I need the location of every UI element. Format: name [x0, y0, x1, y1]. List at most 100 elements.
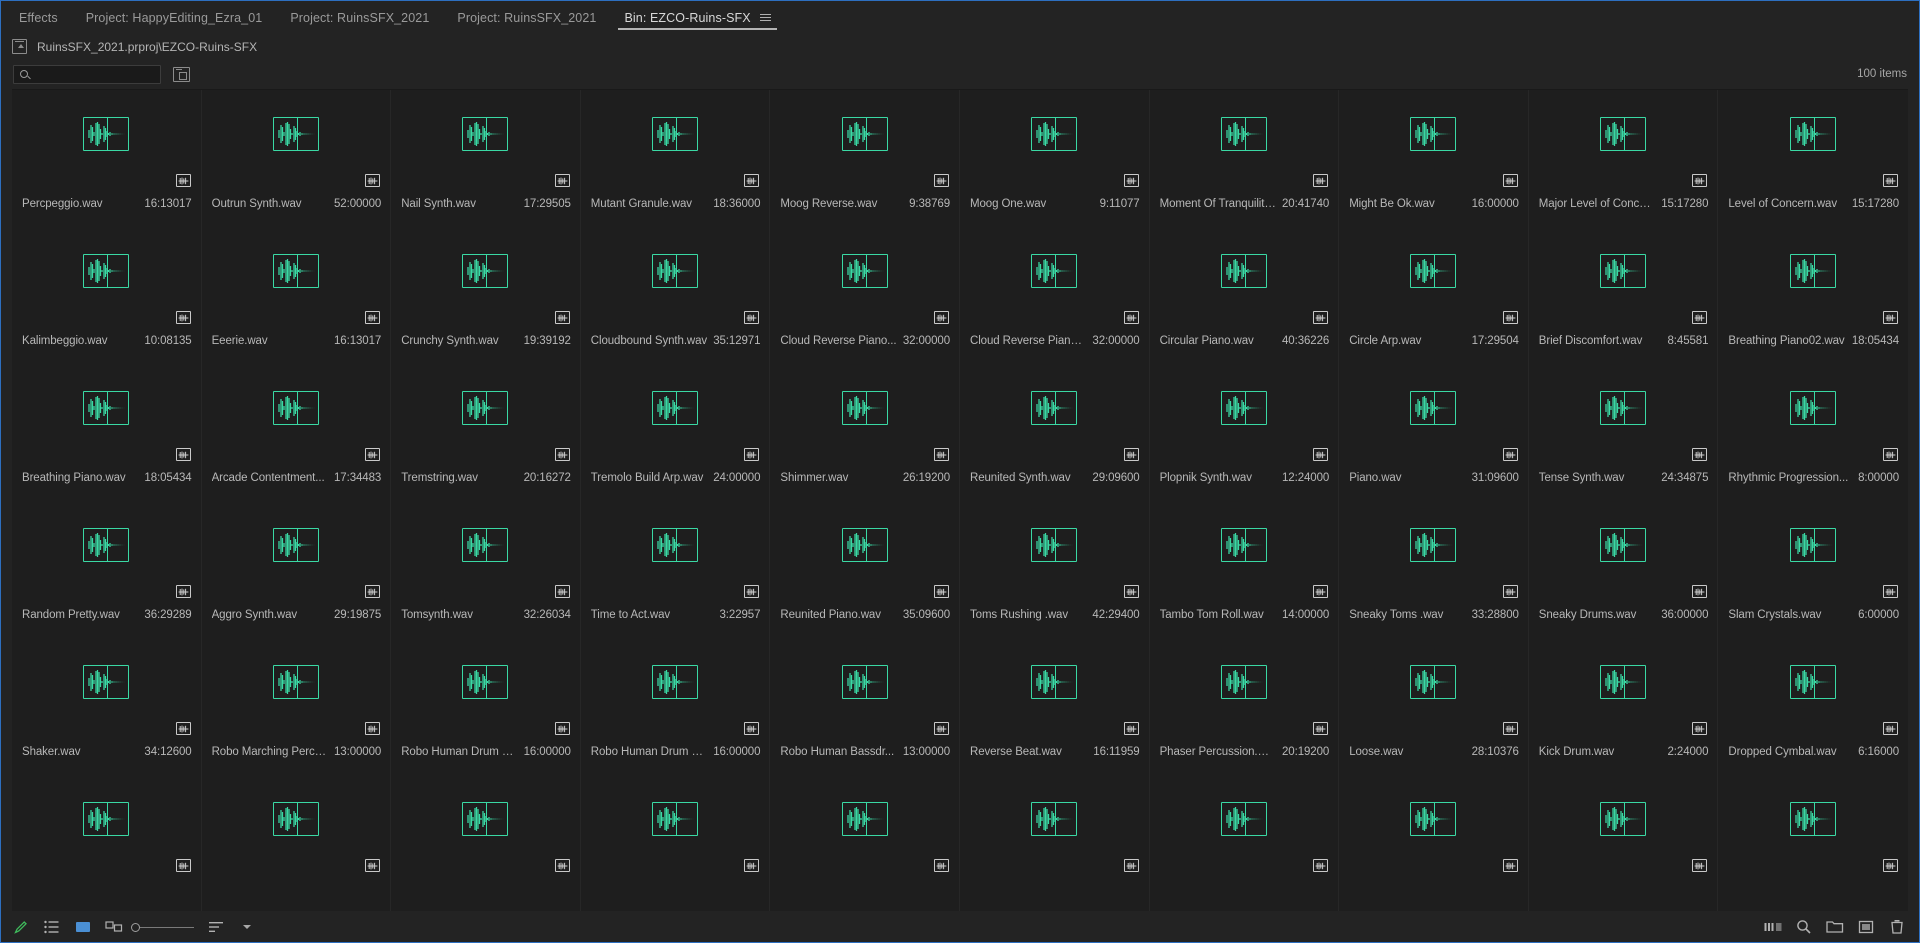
- sort-chevron-icon[interactable]: [238, 918, 256, 936]
- audio-waveform-thumbnail[interactable]: [652, 665, 699, 699]
- bin-item[interactable]: Percpeggio.wav 16:13017: [12, 90, 202, 227]
- freeform-view-icon[interactable]: [105, 918, 123, 936]
- audio-waveform-thumbnail[interactable]: [1031, 665, 1078, 699]
- audio-waveform-thumbnail[interactable]: [841, 528, 888, 562]
- bin-item[interactable]: Cloud Reverse Piano... 32:00000: [770, 227, 960, 364]
- audio-waveform-thumbnail[interactable]: [1031, 802, 1078, 836]
- new-bin-button[interactable]: [173, 66, 190, 82]
- sort-icon[interactable]: [207, 918, 225, 936]
- audio-waveform-thumbnail[interactable]: [1031, 254, 1078, 288]
- audio-waveform-thumbnail[interactable]: [1220, 528, 1267, 562]
- audio-waveform-thumbnail[interactable]: [83, 254, 130, 288]
- bin-item[interactable]: Moog Reverse.wav 9:38769: [770, 90, 960, 227]
- bin-item[interactable]: [1149, 775, 1340, 911]
- audio-waveform-thumbnail[interactable]: [652, 802, 699, 836]
- bin-item[interactable]: Reunited Piano.wav 35:09600: [770, 501, 960, 638]
- audio-waveform-thumbnail[interactable]: [1600, 528, 1647, 562]
- audio-waveform-thumbnail[interactable]: [1790, 802, 1837, 836]
- audio-waveform-thumbnail[interactable]: [1410, 802, 1457, 836]
- audio-waveform-thumbnail[interactable]: [272, 528, 319, 562]
- bin-item[interactable]: [1718, 775, 1908, 911]
- bin-item[interactable]: Plopnik Synth.wav 12:24000: [1149, 364, 1340, 501]
- bin-item[interactable]: [391, 775, 581, 911]
- find-icon[interactable]: [1795, 918, 1813, 936]
- audio-waveform-thumbnail[interactable]: [1410, 528, 1457, 562]
- bin-item[interactable]: [580, 775, 771, 911]
- bin-item[interactable]: [12, 775, 202, 911]
- bin-item[interactable]: Eeerie.wav 16:13017: [201, 227, 392, 364]
- bin-item[interactable]: Kick Drum.wav 2:24000: [1528, 638, 1719, 775]
- search-input[interactable]: [33, 68, 148, 80]
- bin-item[interactable]: Robo Marching Percu... 13:00000: [201, 638, 392, 775]
- audio-waveform-thumbnail[interactable]: [1600, 117, 1647, 151]
- bin-item[interactable]: Breathing Piano02.wav 18:05434: [1718, 227, 1908, 364]
- panel-menu-icon[interactable]: [759, 12, 771, 23]
- audio-waveform-thumbnail[interactable]: [272, 117, 319, 151]
- bin-item[interactable]: Sneaky Drums.wav 36:00000: [1528, 501, 1719, 638]
- panel-tab-4[interactable]: Bin: EZCO-Ruins-SFX: [610, 1, 784, 34]
- bin-item[interactable]: Reverse Beat.wav 16:11959: [960, 638, 1150, 775]
- audio-waveform-thumbnail[interactable]: [841, 802, 888, 836]
- new-item-icon[interactable]: [1857, 918, 1875, 936]
- audio-waveform-thumbnail[interactable]: [652, 528, 699, 562]
- audio-waveform-thumbnail[interactable]: [1600, 665, 1647, 699]
- bin-item[interactable]: Slam Crystals.wav 6:00000: [1718, 501, 1908, 638]
- bin-item[interactable]: Nail Synth.wav 17:29505: [391, 90, 581, 227]
- bin-item[interactable]: Breathing Piano.wav 18:05434: [12, 364, 202, 501]
- bin-item[interactable]: Robo Human Bassdr... 13:00000: [770, 638, 960, 775]
- audio-waveform-thumbnail[interactable]: [462, 528, 509, 562]
- audio-waveform-thumbnail[interactable]: [1410, 117, 1457, 151]
- bin-item[interactable]: Kalimbeggio.wav 10:08135: [12, 227, 202, 364]
- panel-tab-0[interactable]: Effects: [5, 1, 72, 34]
- bin-item[interactable]: Cloud Reverse Piano 2... 32:00000: [960, 227, 1150, 364]
- bin-item[interactable]: Tense Synth.wav 24:34875: [1528, 364, 1719, 501]
- audio-waveform-thumbnail[interactable]: [841, 117, 888, 151]
- audio-waveform-thumbnail[interactable]: [1220, 117, 1267, 151]
- audio-waveform-thumbnail[interactable]: [83, 802, 130, 836]
- audio-waveform-thumbnail[interactable]: [1600, 391, 1647, 425]
- bin-item[interactable]: Brief Discomfort.wav 8:45581: [1528, 227, 1719, 364]
- bin-item[interactable]: Robo Human Drum S... 16:00000: [391, 638, 581, 775]
- list-view-icon[interactable]: [43, 918, 61, 936]
- audio-waveform-thumbnail[interactable]: [1410, 665, 1457, 699]
- audio-waveform-thumbnail[interactable]: [652, 391, 699, 425]
- audio-waveform-thumbnail[interactable]: [272, 665, 319, 699]
- bin-item[interactable]: [960, 775, 1150, 911]
- audio-waveform-thumbnail[interactable]: [1790, 665, 1837, 699]
- bin-item[interactable]: Shimmer.wav 26:19200: [770, 364, 960, 501]
- audio-waveform-thumbnail[interactable]: [462, 802, 509, 836]
- panel-tab-2[interactable]: Project: RuinsSFX_2021: [276, 1, 443, 34]
- audio-waveform-thumbnail[interactable]: [1790, 254, 1837, 288]
- bin-item[interactable]: Reunited Synth.wav 29:09600: [960, 364, 1150, 501]
- bin-item[interactable]: Tremstring.wav 20:16272: [391, 364, 581, 501]
- audio-waveform-thumbnail[interactable]: [462, 254, 509, 288]
- bin-item[interactable]: Crunchy Synth.wav 19:39192: [391, 227, 581, 364]
- bin-item[interactable]: Arcade Contentment... 17:34483: [201, 364, 392, 501]
- bin-item[interactable]: Dropped Cymbal.wav 6:16000: [1718, 638, 1908, 775]
- bin-item[interactable]: Cloudbound Synth.wav 35:12971: [580, 227, 771, 364]
- pen-tool-icon[interactable]: [12, 918, 30, 936]
- bin-item[interactable]: [1528, 775, 1719, 911]
- audio-waveform-thumbnail[interactable]: [1410, 391, 1457, 425]
- bin-item[interactable]: Level of Concern.wav 15:17280: [1718, 90, 1908, 227]
- audio-waveform-thumbnail[interactable]: [1790, 391, 1837, 425]
- panel-tab-1[interactable]: Project: HappyEditing_Ezra_01: [72, 1, 277, 34]
- audio-waveform-thumbnail[interactable]: [1220, 802, 1267, 836]
- audio-waveform-thumbnail[interactable]: [462, 665, 509, 699]
- bin-item[interactable]: Aggro Synth.wav 29:19875: [201, 501, 392, 638]
- audio-waveform-thumbnail[interactable]: [841, 665, 888, 699]
- navigate-up-icon[interactable]: [12, 39, 27, 54]
- panel-tab-3[interactable]: Project: RuinsSFX_2021: [443, 1, 610, 34]
- bin-item[interactable]: Tambo Tom Roll.wav 14:00000: [1149, 501, 1340, 638]
- bin-item[interactable]: Loose.wav 28:10376: [1339, 638, 1529, 775]
- bin-item[interactable]: Outrun Synth.wav 52:00000: [201, 90, 392, 227]
- bin-item[interactable]: Robo Human Drum B... 16:00000: [580, 638, 771, 775]
- audio-waveform-thumbnail[interactable]: [841, 391, 888, 425]
- bin-item[interactable]: Time to Act.wav 3:22957: [580, 501, 771, 638]
- audio-waveform-thumbnail[interactable]: [841, 254, 888, 288]
- audio-waveform-thumbnail[interactable]: [83, 665, 130, 699]
- audio-waveform-thumbnail[interactable]: [272, 802, 319, 836]
- bin-item[interactable]: Shaker.wav 34:12600: [12, 638, 202, 775]
- audio-waveform-thumbnail[interactable]: [1220, 391, 1267, 425]
- bin-item[interactable]: [201, 775, 392, 911]
